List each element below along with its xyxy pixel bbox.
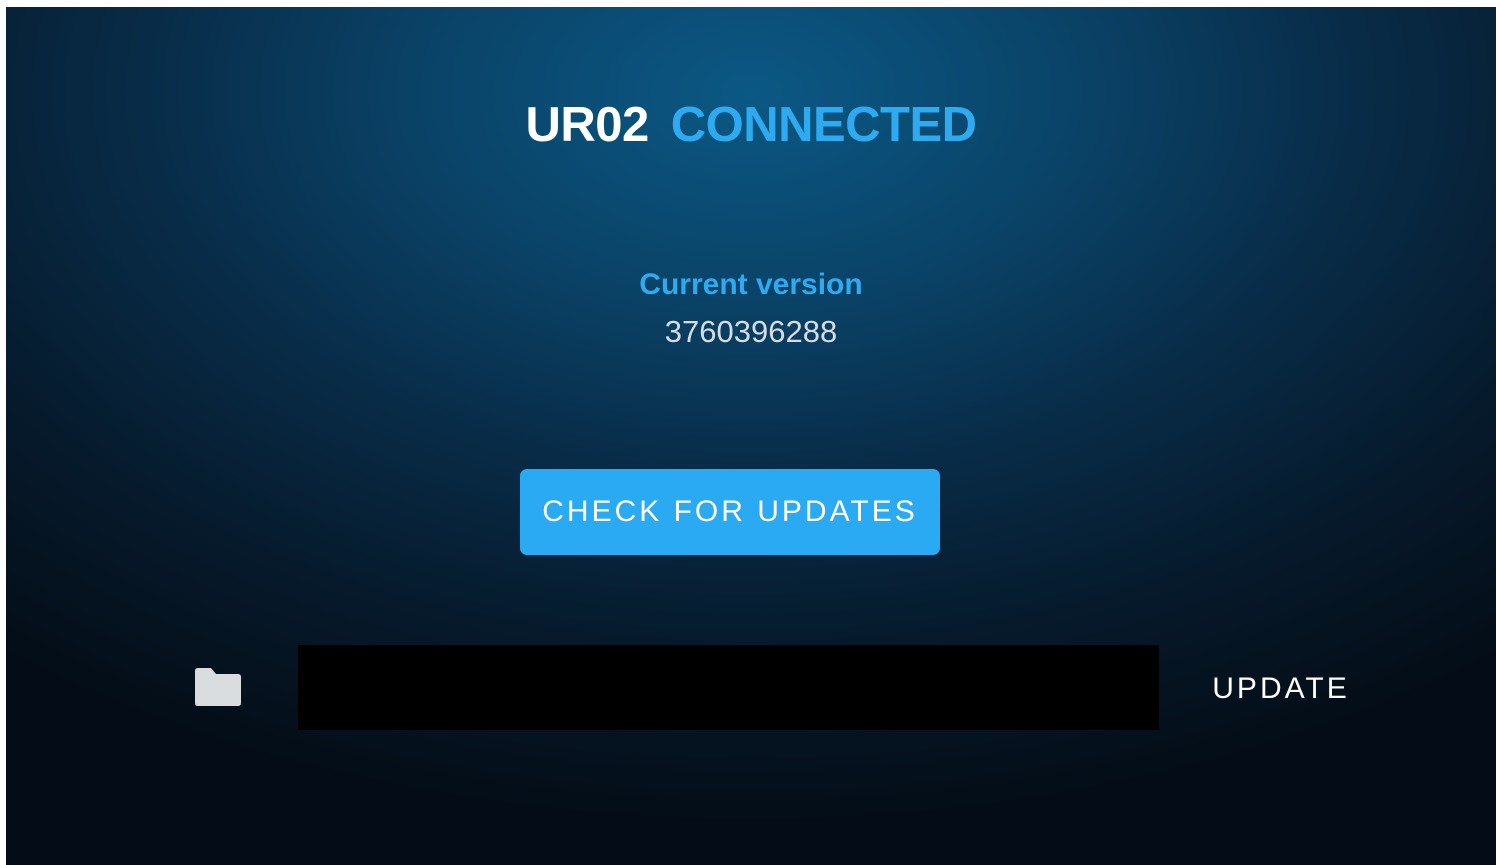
current-version-value: 3760396288 bbox=[664, 314, 838, 349]
connection-status: CONNECTED bbox=[670, 98, 977, 152]
folder-icon-graphic bbox=[195, 668, 241, 706]
app-screen: UR02 CONNECTED Current version 3760396288… bbox=[6, 7, 1496, 865]
update-button[interactable]: UPDATE bbox=[1196, 667, 1366, 711]
connection-header: UR02 CONNECTED bbox=[6, 95, 1496, 155]
check-for-updates-button[interactable]: CHECK FOR UPDATES bbox=[520, 469, 940, 555]
folder-icon[interactable] bbox=[192, 665, 244, 709]
current-version-label: Current version bbox=[639, 268, 863, 301]
device-name: UR02 bbox=[525, 98, 649, 152]
firmware-file-path-input[interactable] bbox=[298, 645, 1159, 730]
